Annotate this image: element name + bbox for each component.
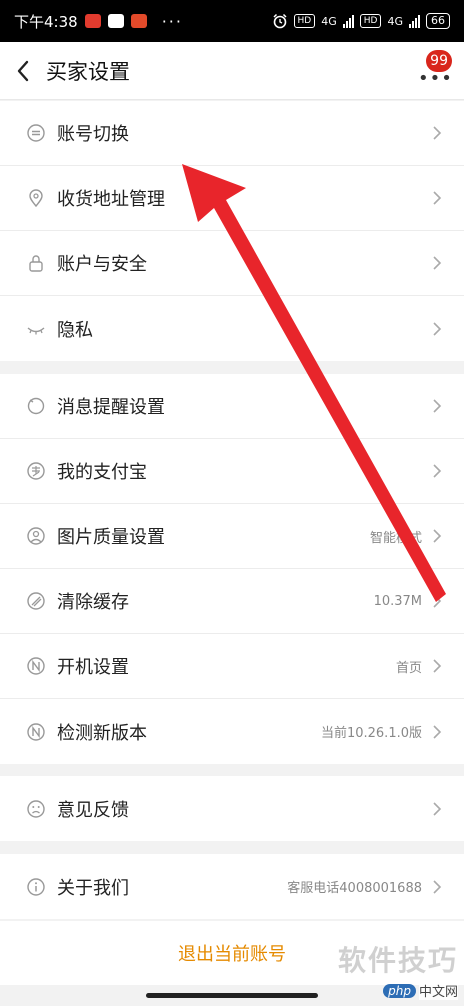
settings-row-account-switch[interactable]: 账号切换 — [0, 101, 464, 166]
row-value: 客服电话4008001688 — [287, 881, 422, 896]
hd-icon: HD — [359, 14, 382, 28]
logo-php: php — [383, 983, 416, 998]
chevron-right-icon — [433, 724, 442, 739]
info-icon — [25, 876, 47, 898]
back-button[interactable] — [0, 42, 46, 100]
sad-face-icon — [25, 798, 47, 820]
php-cn-logo: php 中文网 — [383, 981, 458, 1000]
notification-app-icon — [84, 14, 101, 28]
home-indicator[interactable] — [146, 993, 318, 998]
settings-row-feedback[interactable]: 意见反馈 — [0, 776, 464, 841]
row-label: 检测新版本 — [57, 722, 147, 744]
chevron-right-icon — [433, 659, 442, 673]
row-value: 10.37M — [373, 593, 422, 609]
row-label: 隐私 — [57, 319, 93, 341]
broom-icon — [25, 590, 47, 612]
settings-row-clear-cache[interactable]: 清除缓存 10.37M — [0, 569, 464, 634]
row-label: 意见反馈 — [57, 799, 129, 821]
row-label: 消息提醒设置 — [57, 397, 165, 418]
row-label: 清除缓存 — [57, 592, 129, 613]
chevron-right-icon — [433, 399, 442, 413]
row-label: 关于我们 — [57, 877, 129, 899]
chevron-right-icon — [433, 594, 442, 608]
network-type: 4G — [321, 14, 337, 28]
row-label: 账号切换 — [57, 124, 129, 145]
notification-app-icon — [130, 14, 147, 28]
bell-icon — [25, 395, 47, 417]
signal-icon — [342, 14, 354, 28]
settings-group-general: 消息提醒设置 我的支付宝 图片质量设置 智能模式 清除缓存 10.37M 开机设… — [0, 374, 464, 764]
row-label: 收货地址管理 — [57, 189, 165, 210]
logo-cn: 中文网 — [418, 981, 458, 1000]
alarm-icon — [273, 13, 287, 29]
chevron-right-icon — [433, 191, 442, 205]
chevron-right-icon — [433, 256, 442, 270]
more-menu-button[interactable]: ••• 99 — [414, 50, 452, 88]
settings-group-feedback: 意见反馈 — [0, 776, 464, 841]
battery-icon: 66 — [426, 13, 450, 29]
n-circle-icon — [25, 721, 47, 743]
notification-app-icon — [107, 14, 124, 28]
settings-row-startup[interactable]: 开机设置 首页 — [0, 634, 464, 699]
status-time: 下午4:38 — [14, 12, 78, 31]
swap-icon — [25, 122, 47, 144]
hd-icon: HD — [293, 14, 316, 28]
settings-row-security[interactable]: 账户与安全 — [0, 231, 464, 296]
eye-closed-icon — [25, 318, 47, 340]
settings-row-address[interactable]: 收货地址管理 — [0, 166, 464, 231]
settings-row-image-quality[interactable]: 图片质量设置 智能模式 — [0, 504, 464, 569]
lock-icon — [25, 252, 47, 274]
more-dots-icon: ••• — [418, 68, 453, 89]
row-value: 当前10.26.1.0版 — [320, 726, 422, 741]
settings-row-check-version[interactable]: 检测新版本 当前10.26.1.0版 — [0, 699, 464, 764]
row-label: 账户与安全 — [57, 254, 147, 275]
settings-group-account: 账号切换 收货地址管理 账户与安全 隐私 — [0, 101, 464, 361]
n-circle-icon — [25, 655, 47, 677]
settings-row-privacy[interactable]: 隐私 — [0, 296, 464, 361]
row-label: 我的支付宝 — [57, 462, 147, 483]
row-label: 图片质量设置 — [57, 527, 165, 548]
alipay-icon — [25, 460, 47, 482]
watermark-text: 软件技巧 — [337, 944, 458, 977]
location-pin-icon — [25, 187, 47, 209]
logout-label: 退出当前账号 — [178, 944, 286, 965]
chevron-right-icon — [433, 801, 442, 816]
header: 买家设置 ••• 99 — [0, 42, 464, 100]
settings-group-about: 关于我们 客服电话4008001688 — [0, 854, 464, 919]
row-label: 开机设置 — [57, 657, 129, 678]
chevron-right-icon — [433, 529, 442, 543]
network-type: 4G — [387, 14, 403, 28]
chevron-right-icon — [433, 321, 442, 336]
chevron-right-icon — [433, 879, 442, 894]
row-value: 智能模式 — [369, 530, 422, 546]
image-quality-icon — [25, 525, 47, 547]
watermark: 软件技巧 php 中文网 — [338, 939, 458, 1000]
message-badge: 99 — [426, 50, 452, 72]
settings-row-alipay[interactable]: 我的支付宝 — [0, 439, 464, 504]
status-bar: 下午4:38 ··· HD 4G HD 4G 66 — [0, 0, 464, 42]
chevron-left-icon — [17, 60, 29, 81]
chevron-right-icon — [433, 126, 442, 140]
more-notifications-icon: ··· — [161, 11, 183, 31]
page-title: 买家设置 — [46, 59, 130, 84]
row-value: 首页 — [395, 660, 422, 676]
signal-icon — [409, 14, 420, 28]
chevron-right-icon — [433, 464, 442, 478]
settings-row-about[interactable]: 关于我们 客服电话4008001688 — [0, 854, 464, 919]
settings-row-notifications[interactable]: 消息提醒设置 — [0, 374, 464, 439]
